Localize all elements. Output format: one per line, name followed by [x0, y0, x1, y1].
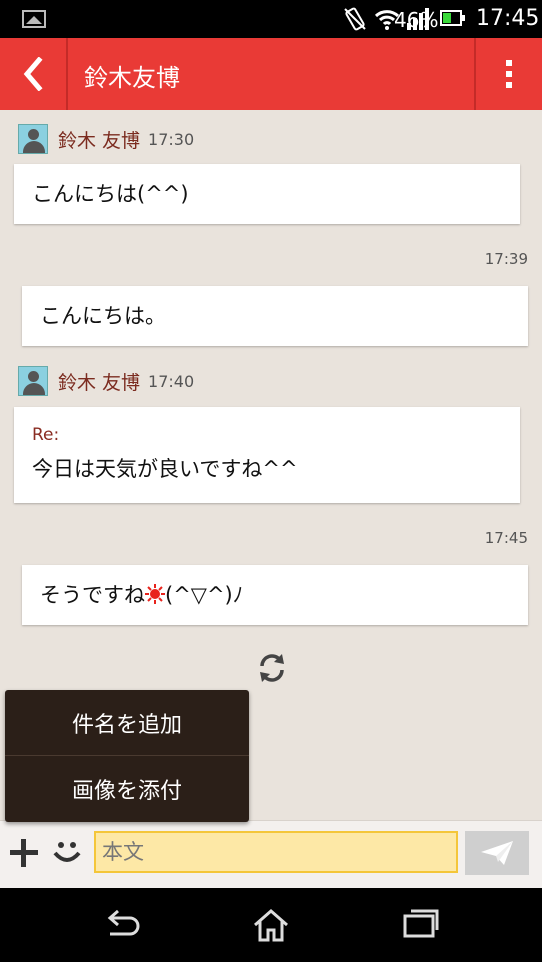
more-options-button[interactable]: [474, 38, 542, 110]
message-time: 17:30: [148, 129, 195, 149]
system-nav-bar: [0, 888, 542, 962]
message-subject: Re:: [32, 425, 60, 445]
message-text: (^▽^)ﾉ: [165, 583, 244, 607]
vibrate-icon: [344, 7, 366, 31]
send-button[interactable]: [465, 831, 529, 875]
back-button[interactable]: [0, 38, 68, 110]
status-time: 17:45: [476, 6, 540, 31]
attachment-popup-menu: 件名を追加 画像を添付: [5, 690, 249, 822]
message-text: そうですね: [40, 583, 145, 607]
smiley-icon[interactable]: [52, 837, 82, 867]
gallery-icon: [22, 10, 46, 28]
message-sender-row: 鈴木 友博 17:30: [18, 124, 194, 154]
page-title: 鈴木友博: [84, 64, 180, 92]
outgoing-message-bubble[interactable]: こんにちは。: [22, 286, 528, 346]
nav-back-icon[interactable]: [102, 908, 142, 940]
sender-name: 鈴木 友博: [58, 129, 141, 152]
message-time: 17:45: [484, 529, 528, 547]
send-icon: [481, 841, 513, 865]
back-chevron-icon: [23, 57, 43, 91]
incoming-message-bubble[interactable]: Re: 今日は天気が良いですね^^: [14, 407, 520, 503]
more-vert-dot: [506, 71, 512, 77]
refresh-icon: [260, 654, 284, 682]
menu-item-attach-image[interactable]: 画像を添付: [5, 756, 249, 822]
sun-emoji-icon: [145, 584, 165, 604]
plus-icon[interactable]: [10, 839, 38, 867]
message-text: 今日は天気が良いですね^^: [32, 457, 298, 481]
message-time: 17:40: [148, 371, 195, 391]
battery-percent: 46%: [394, 8, 439, 32]
status-bar: 46% 17:45: [0, 0, 542, 38]
refresh-button[interactable]: [256, 650, 288, 690]
message-body-input[interactable]: [94, 831, 458, 873]
more-vert-dot: [506, 82, 512, 88]
message-text: こんにちは。: [40, 304, 166, 328]
menu-item-add-subject[interactable]: 件名を追加: [5, 690, 249, 756]
avatar-icon[interactable]: [18, 366, 48, 396]
battery-level-fill: [443, 13, 452, 23]
message-text: こんにちは(^^): [32, 182, 189, 206]
avatar-icon[interactable]: [18, 124, 48, 154]
sender-name: 鈴木 友博: [58, 371, 141, 394]
more-vert-icon: [506, 60, 512, 66]
outgoing-message-bubble[interactable]: そうですね (^▽^)ﾉ: [22, 565, 528, 625]
compose-bar: [0, 820, 542, 888]
message-sender-row: 鈴木 友博 17:40: [18, 366, 194, 396]
nav-recents-icon[interactable]: [403, 908, 439, 938]
battery-icon: [440, 10, 465, 26]
message-time: 17:39: [484, 250, 528, 268]
incoming-message-bubble[interactable]: こんにちは(^^): [14, 164, 520, 224]
nav-home-icon[interactable]: [252, 908, 290, 942]
app-bar: 鈴木友博: [0, 38, 542, 110]
